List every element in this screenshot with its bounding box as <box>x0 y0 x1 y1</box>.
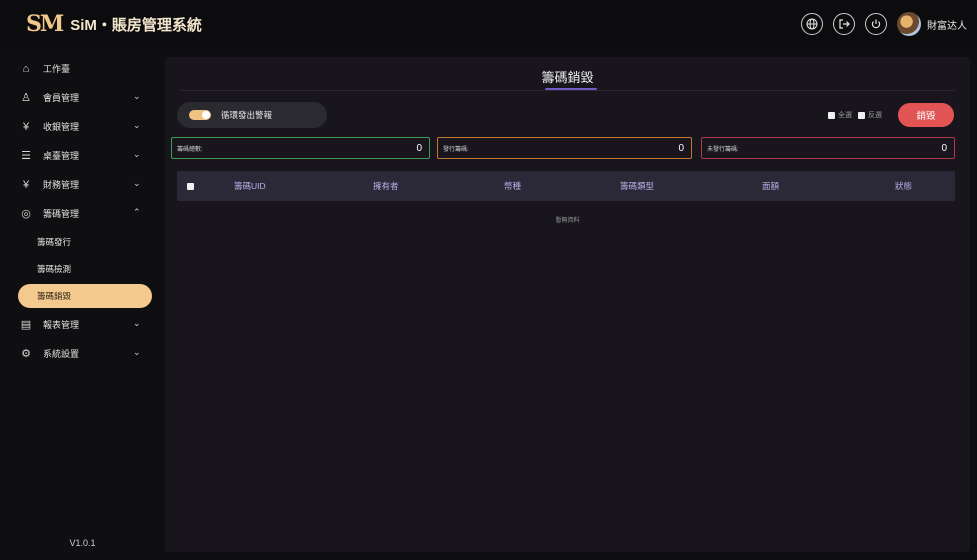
sidebar-subitem-chip-check[interactable]: 籌碼檢測 <box>0 255 165 282</box>
header-actions: 財富达人 <box>801 0 967 48</box>
username[interactable]: 財富达人 <box>927 17 967 32</box>
invert-select-checkbox[interactable] <box>858 111 865 119</box>
table-header: 籌碼UID 擁有者 幣種 籌碼類型 面額 狀態 <box>177 171 955 201</box>
chevron-down-icon: ⌄ <box>133 149 141 159</box>
power-icon[interactable] <box>865 13 887 35</box>
chevron-up-icon: ⌃ <box>133 207 141 217</box>
sidebar-item-finance[interactable]: ¥ 財務管理 ⌄ <box>0 170 165 199</box>
column-header-currency[interactable]: 幣種 <box>504 171 521 201</box>
invert-select-label: 反選 <box>868 112 882 119</box>
logout-icon[interactable] <box>833 13 855 35</box>
sidebar-item-label: 籌碼管理 <box>43 209 80 219</box>
column-header-chip-type[interactable]: 籌碼類型 <box>620 171 654 201</box>
destroy-button[interactable]: 銷毀 <box>898 103 954 127</box>
column-header-status[interactable]: 狀態 <box>895 171 912 201</box>
sidebar: ⌂ 工作臺 ♙ 會員管理 ⌄ ¥ 收銀管理 ⌄ ☰ 桌臺管理 ⌄ ¥ 財務管理 … <box>0 48 165 560</box>
chevron-down-icon: ⌄ <box>133 347 141 357</box>
alarm-toggle-container: 循環發出警報 <box>177 102 327 128</box>
top-header: SM SiM・賬房管理系統 財富达人 <box>0 0 977 48</box>
globe-icon-svg <box>806 18 818 30</box>
app-version: V1.0.1 <box>69 538 96 548</box>
chevron-down-icon: ⌄ <box>133 120 141 130</box>
sidebar-item-tables[interactable]: ☰ 桌臺管理 ⌄ <box>0 141 165 170</box>
sidebar-item-label: 報表管理 <box>43 320 80 330</box>
globe-icon[interactable] <box>801 13 823 35</box>
stat-unissued-chips: 未發行籌碼: 0 <box>701 137 955 159</box>
select-all-label: 全選 <box>838 112 852 119</box>
stat-value: 0 <box>416 142 422 154</box>
selection-controls: 全選 反選 <box>828 110 882 120</box>
power-icon-svg <box>871 19 881 29</box>
alarm-toggle-label: 循環發出警報 <box>221 110 273 120</box>
sidebar-item-workbench[interactable]: ⌂ 工作臺 <box>0 54 165 83</box>
chevron-down-icon: ⌄ <box>133 318 141 328</box>
empty-state-text: 暫無資料 <box>555 218 580 224</box>
invert-select-control[interactable]: 反選 <box>858 110 882 120</box>
header-select-checkbox[interactable] <box>187 183 194 190</box>
sidebar-item-label: 會員管理 <box>43 93 80 103</box>
stat-label: 籌碼總數: <box>177 146 203 153</box>
logo[interactable]: SM SiM・賬房管理系統 <box>26 11 202 37</box>
alarm-toggle[interactable] <box>189 110 211 120</box>
stat-value: 0 <box>941 142 947 154</box>
column-header-denomination[interactable]: 面額 <box>762 171 779 201</box>
divider <box>180 90 955 91</box>
main-panel: 籌碼銷毀 循環發出警報 全選 反選 銷毀 籌碼總數: 0 發行籌碼: 0 未發行… <box>165 57 970 552</box>
column-header-owner[interactable]: 擁有者 <box>373 171 399 201</box>
select-all-checkbox[interactable] <box>828 111 835 119</box>
stat-total-chips: 籌碼總數: 0 <box>171 137 430 159</box>
select-all-control[interactable]: 全選 <box>828 110 852 120</box>
report-icon: ▤ <box>20 319 32 331</box>
users-icon: ♙ <box>21 92 31 104</box>
sidebar-item-members[interactable]: ♙ 會員管理 ⌄ <box>0 83 165 112</box>
sidebar-item-settings[interactable]: ⚙ 系統設置 ⌄ <box>0 339 165 368</box>
sidebar-item-label: 收銀管理 <box>43 122 80 132</box>
chevron-down-icon: ⌄ <box>133 91 141 101</box>
app-title: SiM・賬房管理系統 <box>70 16 202 34</box>
home-icon: ⌂ <box>22 62 30 75</box>
sidebar-item-label: 工作臺 <box>43 64 71 74</box>
column-header-uid[interactable]: 籌碼UID <box>234 171 266 201</box>
sidebar-item-chips[interactable]: ◎ 籌碼管理 ⌃ <box>0 199 165 228</box>
logo-mark: SM <box>26 11 64 37</box>
yen-icon: ¥ <box>22 120 30 133</box>
sidebar-item-label: 財務管理 <box>43 180 80 190</box>
chip-icon: ◎ <box>21 208 31 220</box>
sidebar-item-reports[interactable]: ▤ 報表管理 ⌄ <box>0 310 165 339</box>
sidebar-item-label: 桌臺管理 <box>43 151 80 161</box>
chevron-down-icon: ⌄ <box>133 178 141 188</box>
stat-label: 發行籌碼: <box>443 146 469 153</box>
sidebar-subitem-chip-issue[interactable]: 籌碼發行 <box>0 228 165 255</box>
stat-value: 0 <box>678 142 684 154</box>
sidebar-item-cashier[interactable]: ¥ 收銀管理 ⌄ <box>0 112 165 141</box>
sidebar-subitem-chip-destroy[interactable]: 籌碼銷毀 <box>18 284 152 308</box>
stat-issued-chips: 發行籌碼: 0 <box>437 137 692 159</box>
app-root: SM SiM・賬房管理系統 財富达人 ⌂ 工作臺 ♙ 會員管理 ⌄ ¥ 收銀管理… <box>0 0 977 560</box>
table-icon: ☰ <box>21 150 31 162</box>
sidebar-item-label: 系統設置 <box>43 349 80 359</box>
page-title: 籌碼銷毀 <box>541 70 594 85</box>
stat-label: 未發行籌碼: <box>707 146 739 153</box>
logout-icon-svg <box>839 19 850 29</box>
coin-icon: ¥ <box>22 178 30 191</box>
avatar[interactable] <box>897 12 921 36</box>
gear-icon: ⚙ <box>21 348 31 360</box>
